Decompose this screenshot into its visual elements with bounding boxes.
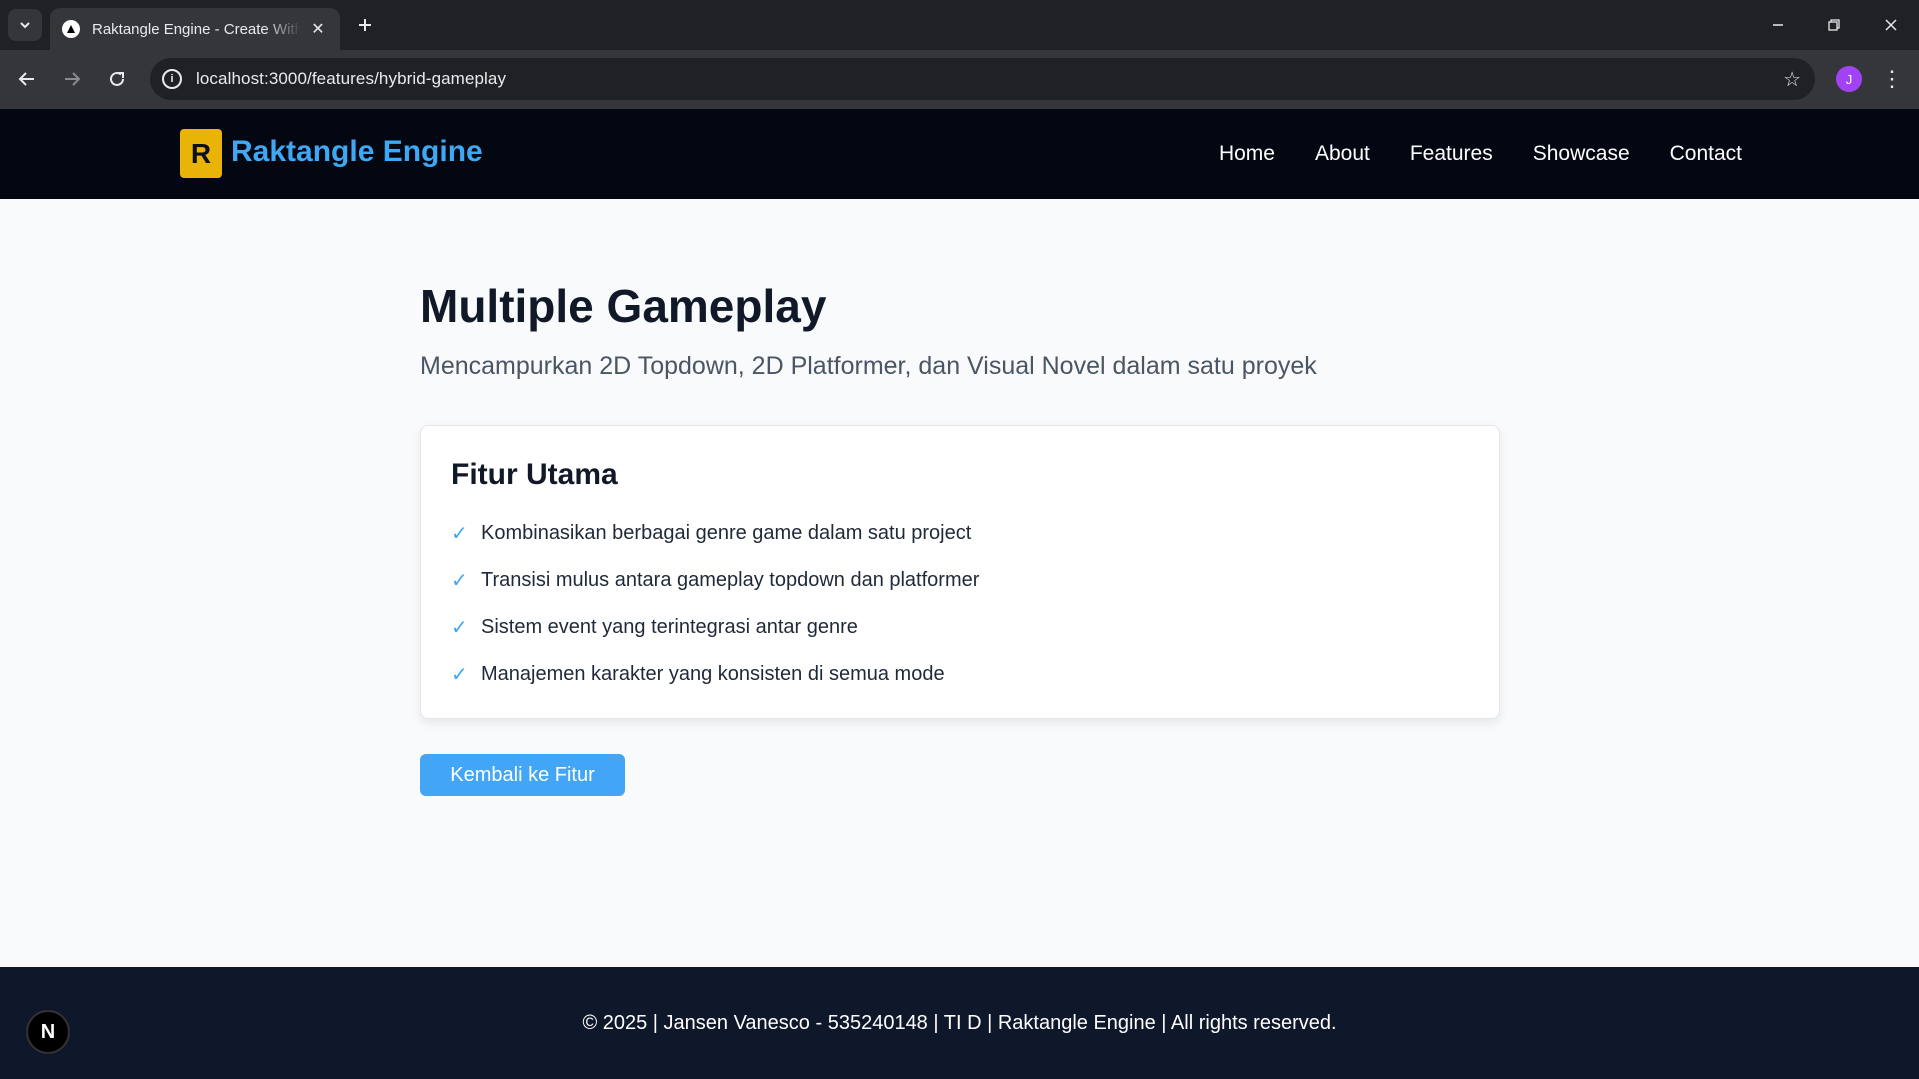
features-card: Fitur Utama ✓ Kombinasikan berbagai genr… — [420, 425, 1500, 719]
restore-button[interactable] — [1806, 0, 1862, 50]
feature-item: ✓ Kombinasikan berbagai genre game dalam… — [451, 510, 1469, 557]
more-menu-icon[interactable]: ⋮ — [1881, 64, 1903, 94]
reload-button[interactable] — [100, 62, 134, 96]
chevron-down-icon — [20, 22, 30, 29]
nextjs-dev-badge[interactable]: N — [26, 1010, 70, 1054]
main-nav: Home About Features Showcase Contact — [1219, 109, 1742, 199]
address-bar[interactable]: i localhost:3000/features/hybrid-gamepla… — [150, 58, 1815, 100]
card-title: Fitur Utama — [451, 458, 618, 491]
close-icon[interactable]: ✕ — [308, 19, 328, 39]
browser-toolbar: i localhost:3000/features/hybrid-gamepla… — [0, 50, 1919, 109]
back-to-features-button[interactable]: Kembali ke Fitur — [420, 754, 625, 796]
forward-nav-button[interactable] — [55, 62, 89, 96]
feature-text: Transisi mulus antara gameplay topdown d… — [481, 569, 980, 591]
plus-icon — [359, 19, 371, 31]
tab-search-button[interactable] — [8, 9, 42, 41]
feature-item: ✓ Transisi mulus antara gameplay topdown… — [451, 557, 1469, 604]
url-text[interactable]: localhost:3000/features/hybrid-gameplay — [196, 69, 506, 89]
reload-icon — [110, 71, 124, 86]
feature-item: ✓ Manajemen karakter yang konsisten di s… — [451, 651, 1469, 698]
check-icon: ✓ — [451, 523, 468, 545]
back-nav-button[interactable] — [10, 62, 44, 96]
check-icon: ✓ — [451, 570, 468, 592]
page-title: Multiple Gameplay — [420, 280, 827, 332]
nav-contact[interactable]: Contact — [1670, 142, 1742, 166]
tab-title: Raktangle Engine - Create With Ease — [92, 20, 302, 38]
feature-text: Sistem event yang terintegrasi antar gen… — [481, 616, 858, 638]
minimize-button[interactable] — [1750, 0, 1806, 50]
nav-showcase[interactable]: Showcase — [1533, 142, 1630, 166]
footer-copyright: © 2025 | Jansen Vanesco - 535240148 | TI… — [582, 1011, 1337, 1034]
logo-icon[interactable]: R — [180, 129, 222, 178]
page-subtitle: Mencampurkan 2D Topdown, 2D Platformer, … — [420, 352, 1317, 380]
minimize-icon — [1773, 24, 1783, 26]
nav-about[interactable]: About — [1315, 142, 1370, 166]
check-icon: ✓ — [451, 664, 468, 686]
info-icon[interactable]: i — [162, 69, 182, 89]
feature-text: Manajemen karakter yang konsisten di sem… — [481, 663, 945, 685]
close-window-button[interactable] — [1863, 0, 1919, 50]
browser-tabstrip: Raktangle Engine - Create With Ease ✕ — [0, 0, 1919, 50]
arrow-right-icon — [65, 72, 81, 86]
check-icon: ✓ — [451, 617, 468, 639]
profile-avatar[interactable]: J — [1836, 66, 1862, 92]
arrow-left-icon — [18, 72, 34, 86]
site-header: R Raktangle Engine Home About Features S… — [0, 109, 1919, 199]
restore-icon — [1828, 19, 1840, 31]
nav-features[interactable]: Features — [1410, 142, 1493, 166]
brand-name[interactable]: Raktangle Engine — [231, 135, 483, 169]
close-icon — [1885, 19, 1897, 31]
star-icon[interactable]: ☆ — [1783, 67, 1801, 92]
site-footer: © 2025 | Jansen Vanesco - 535240148 | TI… — [0, 967, 1919, 1079]
feature-text: Kombinasikan berbagai genre game dalam s… — [481, 522, 972, 544]
feature-item: ✓ Sistem event yang terintegrasi antar g… — [451, 604, 1469, 651]
favicon-icon — [62, 20, 80, 38]
browser-tab[interactable]: Raktangle Engine - Create With Ease ✕ — [50, 8, 340, 50]
new-tab-button[interactable] — [352, 12, 378, 38]
nav-home[interactable]: Home — [1219, 142, 1275, 166]
